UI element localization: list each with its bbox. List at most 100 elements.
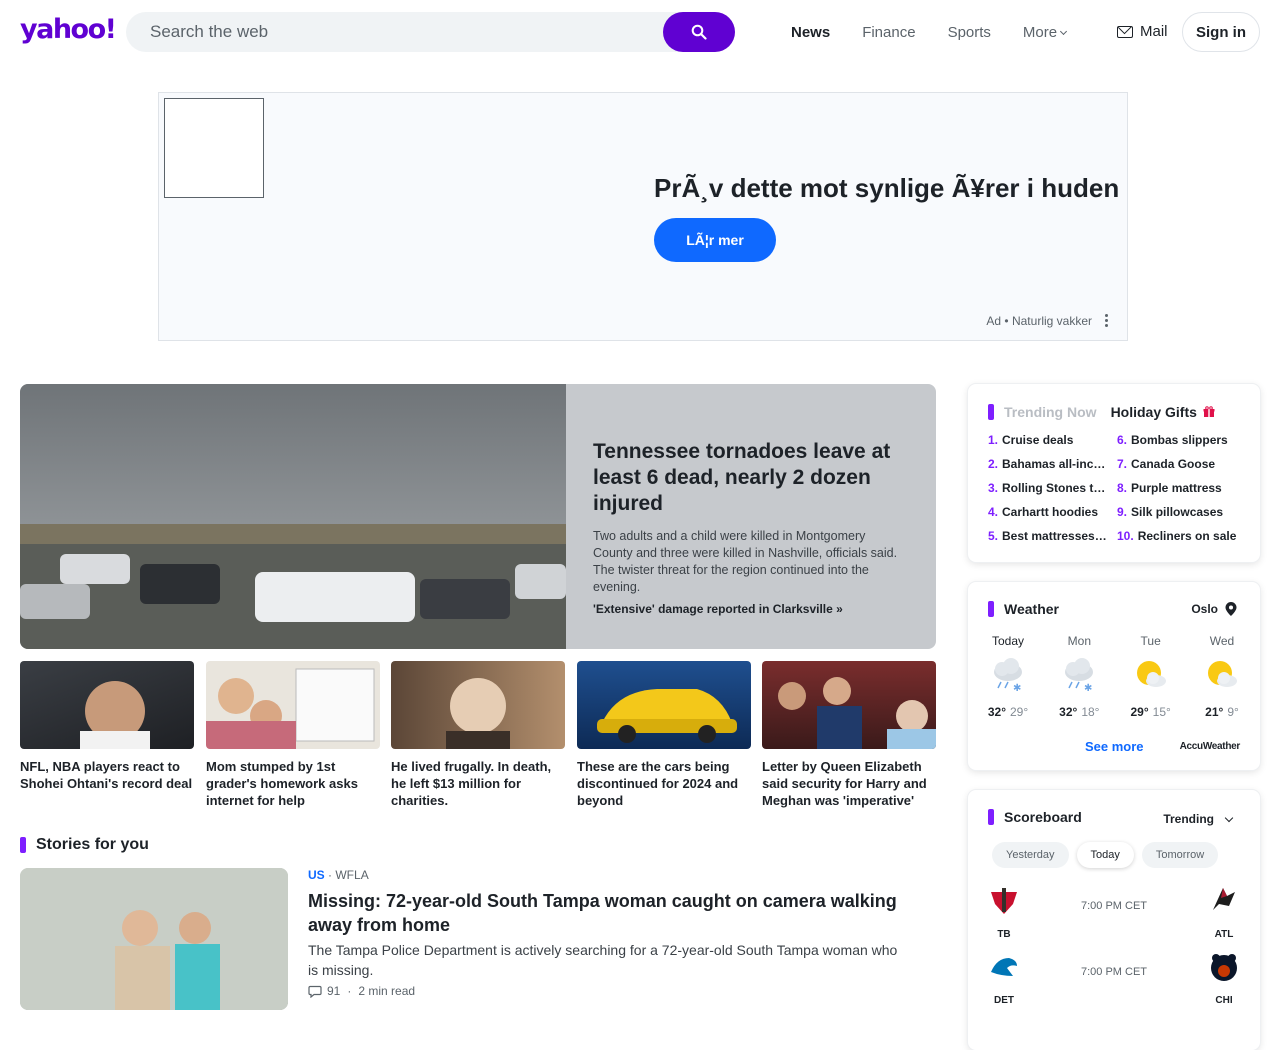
pill-today[interactable]: Today — [1076, 842, 1134, 868]
home-team[interactable]: TB — [984, 884, 1024, 940]
yahoo-logo[interactable]: yahoo! — [20, 14, 117, 45]
tab-holiday-gifts[interactable]: Holiday Gifts — [1111, 404, 1215, 420]
trending-item[interactable]: 4. Carhartt hoodies — [988, 505, 1108, 529]
day-pills: Yesterday Today Tomorrow — [992, 842, 1226, 868]
team-abbr: ATL — [1214, 929, 1234, 940]
nav-more[interactable]: More — [1022, 23, 1068, 41]
home-team[interactable]: DET — [984, 950, 1024, 1006]
svg-text:✱: ✱ — [1084, 683, 1092, 694]
trending-item[interactable]: 6. Bombas slippers — [1117, 433, 1247, 457]
trending-item[interactable]: 8. Purple mattress — [1117, 481, 1247, 505]
trending-item[interactable]: 10. Recliners on sale — [1117, 529, 1247, 553]
thumb-image — [206, 661, 380, 749]
trending-list-right: 6. Bombas slippers 7. Canada Goose 8. Purpl… — [1117, 433, 1247, 553]
thumb-image — [577, 661, 751, 749]
ad-cta-button[interactable]: LÃ¦r mer — [654, 218, 776, 262]
comment-count[interactable]: 91 — [327, 984, 340, 998]
forecast-day[interactable]: Mon ✱ 32° 18° — [1051, 634, 1107, 719]
story-item[interactable]: US · WFLA Missing: 72-year-old South Tam… — [20, 868, 936, 1010]
thumb-image — [391, 661, 565, 749]
pill-yesterday[interactable]: Yesterday — [992, 842, 1069, 868]
heading-accent-bar — [988, 404, 994, 420]
nav-sports[interactable]: Sports — [948, 24, 991, 41]
trending-item[interactable]: 3. Rolling Stones tour — [988, 481, 1108, 505]
team-logo-icon — [1213, 888, 1235, 910]
forecast-days: Today ✱ 32° 29° Mon ✱ 32° 18° Tue 29° 15° W… — [980, 634, 1250, 719]
hero-title[interactable]: Tennessee tornadoes leave at least 6 dea… — [593, 439, 908, 517]
scoreboard-title: Scoreboard — [988, 809, 1082, 825]
stories-heading: Stories for you — [20, 836, 149, 854]
ad-headline[interactable]: PrÃ¸v dette mot synlige Ã¥rer i huden — [654, 173, 1119, 204]
thumb-story[interactable]: He lived frugally. In death, he left $13… — [391, 661, 565, 809]
scoreboard-title-label: Scoreboard — [1004, 809, 1082, 825]
accuweather-logo[interactable]: AccuWeather — [1180, 741, 1241, 752]
thumb-story[interactable]: These are the cars being discontinued fo… — [577, 661, 751, 809]
read-time: 2 min read — [358, 984, 416, 998]
story-title[interactable]: Missing: 72-year-old South Tampa woman c… — [308, 889, 908, 937]
thumb-story[interactable]: NFL, NBA players react to Shohei Ohtani'… — [20, 661, 194, 792]
thumb-story[interactable]: Letter by Queen Elizabeth said security … — [762, 661, 936, 809]
mail-link[interactable]: Mail — [1117, 23, 1168, 40]
day-temps: 32° 18° — [1059, 705, 1100, 719]
thumb-caption: NFL, NBA players react to Shohei Ohtani'… — [20, 759, 193, 791]
heading-accent-bar — [988, 601, 994, 617]
forecast-day[interactable]: Wed 21° 9° — [1194, 634, 1250, 719]
story-category[interactable]: US — [308, 868, 325, 882]
forecast-day[interactable]: Tue 29° 15° — [1123, 634, 1179, 719]
day-name: Wed — [1209, 634, 1235, 648]
day-name: Today — [991, 634, 1025, 648]
trending-item[interactable]: 2.Bahamas all-inclusive — [988, 457, 1108, 481]
partly-sunny-icon — [1207, 661, 1237, 687]
thumb-caption: These are the cars being discontinued fo… — [577, 759, 739, 808]
league-select-value: Trending — [1163, 812, 1214, 826]
story-footer: 91 · 2 min read — [308, 984, 415, 998]
league-select[interactable]: Trending — [1163, 812, 1234, 826]
away-team[interactable]: ATL — [1204, 884, 1244, 940]
weather-title: Weather — [988, 601, 1059, 617]
team-abbr: CHI — [1215, 995, 1233, 1006]
pill-tomorrow[interactable]: Tomorrow — [1141, 842, 1219, 868]
story-source: WFLA — [335, 868, 369, 882]
day-name: Tue — [1140, 634, 1161, 648]
trending-item[interactable]: 5.Best mattresses 2023 — [988, 529, 1108, 553]
mail-label: Mail — [1140, 23, 1168, 40]
chevron-down-icon — [1060, 27, 1068, 35]
partly-sunny-icon — [1136, 661, 1166, 687]
ad-banner[interactable]: PrÃ¸v dette mot synlige Ã¥rer i huden LÃ… — [158, 92, 1128, 341]
chevron-down-icon — [1224, 813, 1234, 822]
heading-accent-bar — [988, 809, 994, 825]
weather-card: Weather Oslo Today ✱ 32° 29° Mon ✱ 32° 18°… — [968, 582, 1260, 770]
nav-news[interactable]: News — [791, 24, 830, 41]
trending-list-left: 1.Cruise deals 2.Bahamas all-inclusive 3… — [988, 433, 1108, 553]
tab-trending-now[interactable]: Trending Now — [1004, 404, 1097, 420]
hero-related-link[interactable]: 'Extensive' damage reported in Clarksvil… — [593, 602, 908, 616]
thumb-caption: Letter by Queen Elizabeth said security … — [762, 759, 927, 808]
story-summary: The Tampa Police Department is actively … — [308, 942, 898, 978]
sign-in-button[interactable]: Sign in — [1182, 12, 1260, 52]
story-meta: US · WFLA — [308, 868, 369, 882]
trending-item[interactable]: 7. Canada Goose — [1117, 457, 1247, 481]
away-team[interactable]: CHI — [1204, 950, 1244, 1006]
thumb-caption: He lived frugally. In death, he left $13… — [391, 759, 552, 808]
forecast-day[interactable]: Today ✱ 32° 29° — [980, 634, 1036, 719]
top-nav: News Finance Sports More — [775, 0, 1082, 64]
ad-menu-icon[interactable] — [1105, 314, 1109, 328]
nav-more-label: More — [1022, 23, 1058, 41]
thumb-story[interactable]: Mom stumped by 1st grader's homework ask… — [206, 661, 380, 809]
search-bar — [126, 12, 735, 52]
mail-icon — [1117, 25, 1133, 38]
game-row[interactable]: DET 7:00 PM CET CHI — [968, 950, 1260, 1010]
weather-location[interactable]: Oslo — [1191, 601, 1238, 617]
scoreboard-card: Scoreboard Trending Yesterday Today Tomo… — [968, 790, 1260, 1050]
hero-story[interactable]: Tennessee tornadoes leave at least 6 dea… — [20, 384, 936, 649]
team-abbr: TB — [997, 929, 1011, 940]
ad-label: Ad • Naturlig vakker — [986, 314, 1092, 328]
trending-item[interactable]: 1. Cruise deals — [988, 433, 1108, 457]
nav-finance[interactable]: Finance — [862, 24, 915, 41]
search-button[interactable] — [663, 12, 735, 52]
search-input[interactable] — [126, 12, 663, 52]
weather-see-more-link[interactable]: See more — [1085, 739, 1144, 754]
thumb-image — [762, 661, 936, 749]
game-row[interactable]: TB 7:00 PM CET ATL — [968, 884, 1260, 944]
trending-item[interactable]: 9. Silk pillowcases — [1117, 505, 1247, 529]
